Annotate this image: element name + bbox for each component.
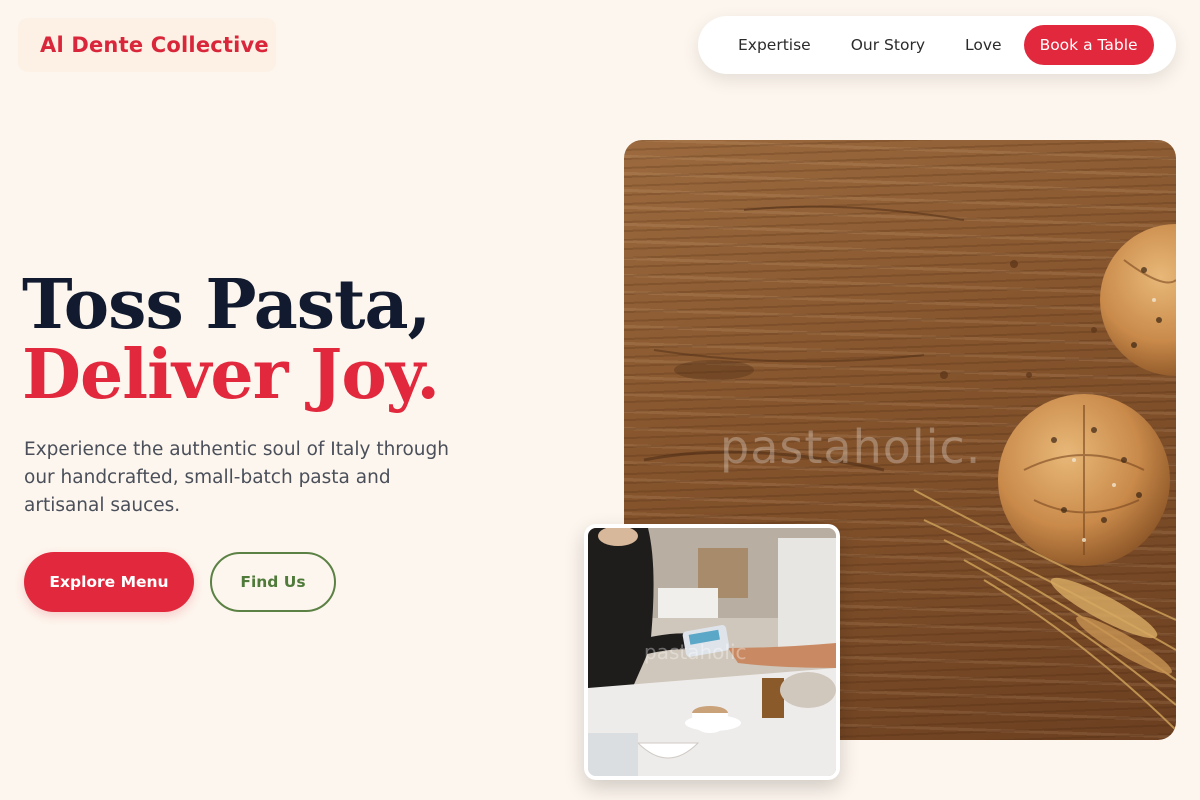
hero-headline: Toss Pasta, Deliver Joy. bbox=[22, 265, 440, 415]
find-us-button[interactable]: Find Us bbox=[210, 552, 336, 612]
inset-watermark: pastaholic bbox=[644, 640, 747, 664]
explore-menu-button[interactable]: Explore Menu bbox=[24, 552, 194, 612]
headline-line-1: Toss Pasta, bbox=[22, 265, 431, 345]
brand-logo[interactable]: Al Dente Collective bbox=[40, 33, 269, 57]
nav-link-our-story[interactable]: Our Story bbox=[851, 36, 925, 54]
hero-subtitle: Experience the authentic soul of Italy t… bbox=[24, 439, 450, 516]
book-table-button[interactable]: Book a Table bbox=[1023, 25, 1154, 65]
headline-line-2: Deliver Joy. bbox=[22, 335, 440, 415]
nav-link-expertise[interactable]: Expertise bbox=[738, 36, 811, 54]
image-watermark: pastaholic. bbox=[720, 420, 982, 474]
nav-link-love[interactable]: Love bbox=[965, 36, 1002, 54]
main-nav: Expertise Our Story Love Book a Table bbox=[698, 16, 1176, 74]
logo-container[interactable]: Al Dente Collective bbox=[18, 18, 276, 72]
inset-image-cafe: pastaholic bbox=[584, 524, 840, 780]
